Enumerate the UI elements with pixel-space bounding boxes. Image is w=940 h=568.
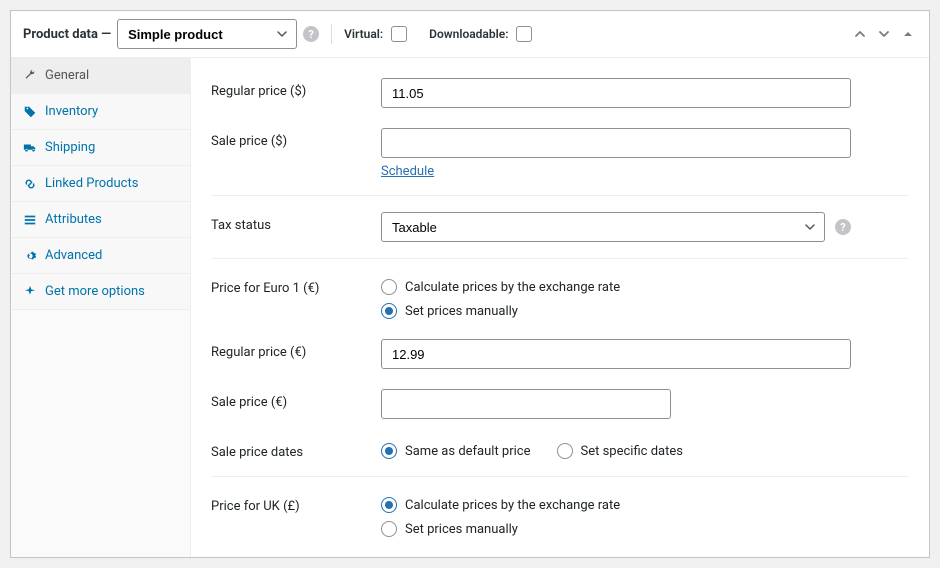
label-tax-status: Tax status — [211, 212, 371, 233]
radio-label: Calculate prices by the exchange rate — [405, 498, 620, 513]
radio-label: Set specific dates — [581, 444, 683, 459]
row-price-uk: Price for UK (£) Calculate prices by the… — [211, 483, 909, 547]
panel-header: Product data — Simple product ? Virtual:… — [11, 11, 929, 58]
help-icon[interactable]: ? — [835, 219, 851, 235]
radio-label: Calculate prices by the exchange rate — [405, 280, 620, 295]
sidebar-item-label: Advanced — [45, 248, 102, 263]
virtual-checkbox[interactable] — [391, 26, 407, 42]
chevron-up-icon[interactable] — [851, 25, 869, 43]
row-sale-price-eur: Sale price (€) — [211, 379, 909, 429]
radio-uk-manual[interactable]: Set prices manually — [381, 521, 851, 537]
radio-dates-specific[interactable]: Set specific dates — [557, 443, 683, 459]
input-sale-price-eur[interactable] — [381, 389, 671, 419]
link-icon — [23, 177, 37, 191]
chevron-down-icon[interactable] — [875, 25, 893, 43]
truck-icon — [23, 141, 37, 155]
row-tax-status: Tax status Taxable ? — [211, 202, 909, 252]
list-icon — [23, 213, 37, 227]
sidebar-item-general[interactable]: General — [11, 58, 190, 94]
label-price-euro: Price for Euro 1 (€) — [211, 275, 371, 296]
radio-dates-same[interactable]: Same as default price — [381, 443, 531, 459]
radio-euro-manual[interactable]: Set prices manually — [381, 303, 851, 319]
label-sale-price-usd: Sale price ($) — [211, 128, 371, 149]
caret-up-icon[interactable] — [899, 25, 917, 43]
divider — [331, 24, 332, 44]
radio-input-dates-specific[interactable] — [557, 443, 573, 459]
radio-input-euro-manual[interactable] — [381, 303, 397, 319]
virtual-label: Virtual: — [344, 27, 383, 41]
radio-input-uk-exchange[interactable] — [381, 497, 397, 513]
sidebar-item-advanced[interactable]: Advanced — [11, 238, 190, 274]
downloadable-label: Downloadable: — [429, 27, 508, 41]
label-regular-price-eur: Regular price (€) — [211, 339, 371, 360]
divider — [211, 258, 909, 259]
radio-label: Set prices manually — [405, 522, 518, 537]
radio-label: Set prices manually — [405, 304, 518, 319]
radio-uk-exchange[interactable]: Calculate prices by the exchange rate — [381, 497, 851, 513]
wrench-icon — [23, 69, 37, 83]
radio-label: Same as default price — [405, 444, 531, 459]
spark-icon — [23, 285, 37, 299]
content: Regular price ($) Sale price ($) Schedul… — [191, 58, 929, 557]
label-sale-price-dates: Sale price dates — [211, 439, 371, 460]
sidebar-item-get-more-options[interactable]: Get more options — [11, 274, 190, 310]
downloadable-checkbox[interactable] — [516, 26, 532, 42]
sidebar-item-label: Shipping — [45, 140, 95, 155]
sidebar-item-inventory[interactable]: Inventory — [11, 94, 190, 130]
product-type-select[interactable]: Simple product — [117, 19, 297, 49]
label-sale-price-eur: Sale price (€) — [211, 389, 371, 410]
sidebar-item-label: Get more options — [45, 284, 145, 299]
row-price-euro: Price for Euro 1 (€) Calculate prices by… — [211, 265, 909, 329]
divider — [211, 476, 909, 477]
radio-input-euro-exchange[interactable] — [381, 279, 397, 295]
divider — [211, 195, 909, 196]
row-sale-price-dates: Sale price dates Same as default price S… — [211, 429, 909, 470]
sidebar-item-linked-products[interactable]: Linked Products — [11, 166, 190, 202]
label-price-uk: Price for UK (£) — [211, 493, 371, 514]
sidebar-item-shipping[interactable]: Shipping — [11, 130, 190, 166]
panel-header-controls — [851, 25, 917, 43]
select-tax-status[interactable]: Taxable — [381, 212, 825, 242]
sidebar-item-label: Linked Products — [45, 176, 138, 191]
help-icon[interactable]: ? — [303, 26, 319, 42]
sidebar: General Inventory Shipping Linked Produc… — [11, 58, 191, 557]
sidebar-item-label: General — [45, 68, 89, 83]
radio-euro-exchange[interactable]: Calculate prices by the exchange rate — [381, 279, 851, 295]
schedule-link[interactable]: Schedule — [381, 164, 434, 179]
row-sale-price-usd: Sale price ($) Schedule — [211, 118, 909, 189]
panel-body: General Inventory Shipping Linked Produc… — [11, 58, 929, 557]
panel-title: Product data — — [23, 27, 111, 42]
input-regular-price-eur[interactable] — [381, 339, 851, 369]
product-data-panel: Product data — Simple product ? Virtual:… — [10, 10, 930, 558]
sidebar-item-attributes[interactable]: Attributes — [11, 202, 190, 238]
sidebar-item-label: Attributes — [45, 212, 102, 227]
input-regular-price-usd[interactable] — [381, 78, 851, 108]
radio-input-dates-same[interactable] — [381, 443, 397, 459]
radio-input-uk-manual[interactable] — [381, 521, 397, 537]
gear-icon — [23, 249, 37, 263]
row-regular-price-usd: Regular price ($) — [211, 68, 909, 118]
tag-icon — [23, 105, 37, 119]
label-regular-price-usd: Regular price ($) — [211, 78, 371, 99]
sidebar-item-label: Inventory — [45, 104, 98, 119]
input-sale-price-usd[interactable] — [381, 128, 851, 158]
row-regular-price-eur: Regular price (€) — [211, 329, 909, 379]
